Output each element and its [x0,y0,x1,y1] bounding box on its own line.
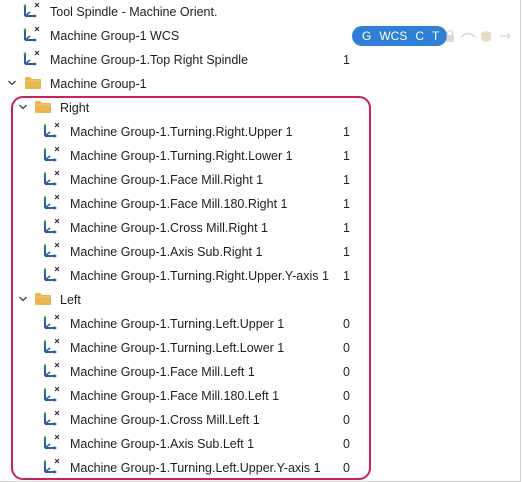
tree-row[interactable]: Machine Group-1.Face Mill.Right 1 1 [0,168,516,192]
tree-row-label: Machine Group-1.Turning.Right.Lower 1 [70,149,293,163]
tree-row[interactable]: Tool Spindle - Machine Orient. [0,0,516,24]
tree-row-label: Machine Group-1.Face Mill.180.Left 1 [70,389,280,403]
coordinate-axis-icon [42,433,62,453]
tree-row-label: Machine Group-1.Axis Sub.Left 1 [70,437,255,451]
coordinate-axis-icon [42,409,62,429]
tree-row-value: 0 [343,365,350,379]
tree-row-value: 1 [343,53,350,67]
tree-row-label: Tool Spindle - Machine Orient. [50,5,218,19]
tree-row-label: Right [60,101,90,115]
tree-row-label: Machine Group-1.Turning.Right.Upper 1 [70,125,293,139]
tree-row-label: Machine Group-1.Axis Sub.Right 1 [70,245,263,259]
tree-row-value: 0 [343,437,350,451]
coordinate-axis-icon [42,241,62,261]
tree-row[interactable]: Machine Group-1.Face Mill.180.Left 1 0 [0,384,516,408]
arrow-icon[interactable] [498,28,514,44]
tree-row-value: 1 [343,221,350,235]
tree-row-label: Machine Group-1.Turning.Left.Upper.Y-axi… [70,461,321,475]
tree-row-label: Machine Group-1 WCS [50,29,180,43]
tree-row-label: Machine Group-1 [50,77,147,91]
chevron-down-icon[interactable] [17,293,29,305]
tree-row[interactable]: Machine Group-1.Top Right Spindle 1 [0,48,516,72]
tree-row-value: 0 [343,317,350,331]
tree-row[interactable]: Machine Group-1.Turning.Left.Upper 1 0 [0,312,516,336]
tree-row-label: Machine Group-1.Top Right Spindle [50,53,249,67]
wcs-badge[interactable]: WCS [375,26,411,46]
coordinate-axis-icon [22,1,42,21]
coordinate-axis-icon [42,313,62,333]
tree-row-folder[interactable]: Left [0,288,516,312]
tree-row-label: Machine Group-1.Face Mill.180.Right 1 [70,197,288,211]
coordinate-axis-icon [42,121,62,141]
folder-icon [24,76,42,90]
tree-row-value: 1 [343,269,350,283]
coordinate-axis-icon [42,457,62,477]
tree-row-value: 0 [343,389,350,403]
c-badge[interactable]: C [411,26,428,46]
coordinate-axis-icon [42,361,62,381]
coordinate-axis-icon [42,337,62,357]
coordinate-axis-icon [42,385,62,405]
tree-row-value: 1 [343,173,350,187]
chevron-down-icon[interactable] [6,77,18,89]
tree-row-label: Machine Group-1.Face Mill.Left 1 [70,365,255,379]
tree-row[interactable]: Machine Group-1 WCS G WCS C T [0,24,516,48]
tree-row[interactable]: Machine Group-1.Turning.Left.Upper.Y-axi… [0,456,516,480]
g-badge[interactable]: G [358,26,375,46]
tree-row[interactable]: Machine Group-1.Cross Mill.Left 1 0 [0,408,516,432]
tree-row-label: Machine Group-1.Cross Mill.Left 1 [70,413,260,427]
coordinate-axis-icon [42,169,62,189]
chevron-down-icon[interactable] [17,101,29,113]
folder-icon [34,100,52,114]
wcs-badge-group[interactable]: G WCS C T [352,26,448,46]
plane-tree-panel: Tool Spindle - Machine Orient. Machine G… [0,0,521,482]
tree-row-value: 1 [343,149,350,163]
coordinate-axis-icon [42,145,62,165]
tree-row-value: 1 [343,245,350,259]
tree-row-label: Machine Group-1.Turning.Left.Upper 1 [70,317,285,331]
tree-row[interactable]: Machine Group-1.Face Mill.180.Right 1 1 [0,192,516,216]
tree-row-label: Machine Group-1.Turning.Left.Lower 1 [70,341,285,355]
tree-row-value: 0 [343,461,350,475]
tree-row[interactable]: Machine Group-1.Turning.Right.Upper 1 1 [0,120,516,144]
tree-row[interactable]: Machine Group-1.Cross Mill.Right 1 1 [0,216,516,240]
tree-row[interactable]: Machine Group-1.Turning.Left.Lower 1 0 [0,336,516,360]
tree-row[interactable]: Machine Group-1.Axis Sub.Left 1 0 [0,432,516,456]
coordinate-axis-icon [42,217,62,237]
tree-row[interactable]: Machine Group-1.Turning.Right.Upper.Y-ax… [0,264,516,288]
tree-row-value: 0 [343,341,350,355]
tree-row-label: Machine Group-1.Cross Mill.Right 1 [70,221,268,235]
lock-icon[interactable] [442,28,458,44]
folder-icon [34,292,52,306]
tree-row[interactable]: Machine Group-1.Turning.Right.Lower 1 1 [0,144,516,168]
coordinate-axis-icon [22,25,42,45]
tree-row-value: 1 [343,197,350,211]
box-icon[interactable] [478,28,494,44]
tree-row-value: 0 [343,413,350,427]
tree-row-label: Machine Group-1.Face Mill.Right 1 [70,173,264,187]
tree-row-folder[interactable]: Machine Group-1 [0,72,516,96]
tree-row-label: Left [60,293,81,307]
tree-row[interactable]: Machine Group-1.Face Mill.Left 1 0 [0,360,516,384]
tree-row-folder[interactable]: Right [0,96,516,120]
coordinate-axis-icon [22,49,42,69]
coordinate-axis-icon [42,265,62,285]
tree-row-value: 1 [343,125,350,139]
tree-row[interactable]: Machine Group-1.Axis Sub.Right 1 1 [0,240,516,264]
eye-icon[interactable] [460,28,476,44]
coordinate-axis-icon [42,193,62,213]
tree-row-label: Machine Group-1.Turning.Right.Upper.Y-ax… [70,269,329,283]
